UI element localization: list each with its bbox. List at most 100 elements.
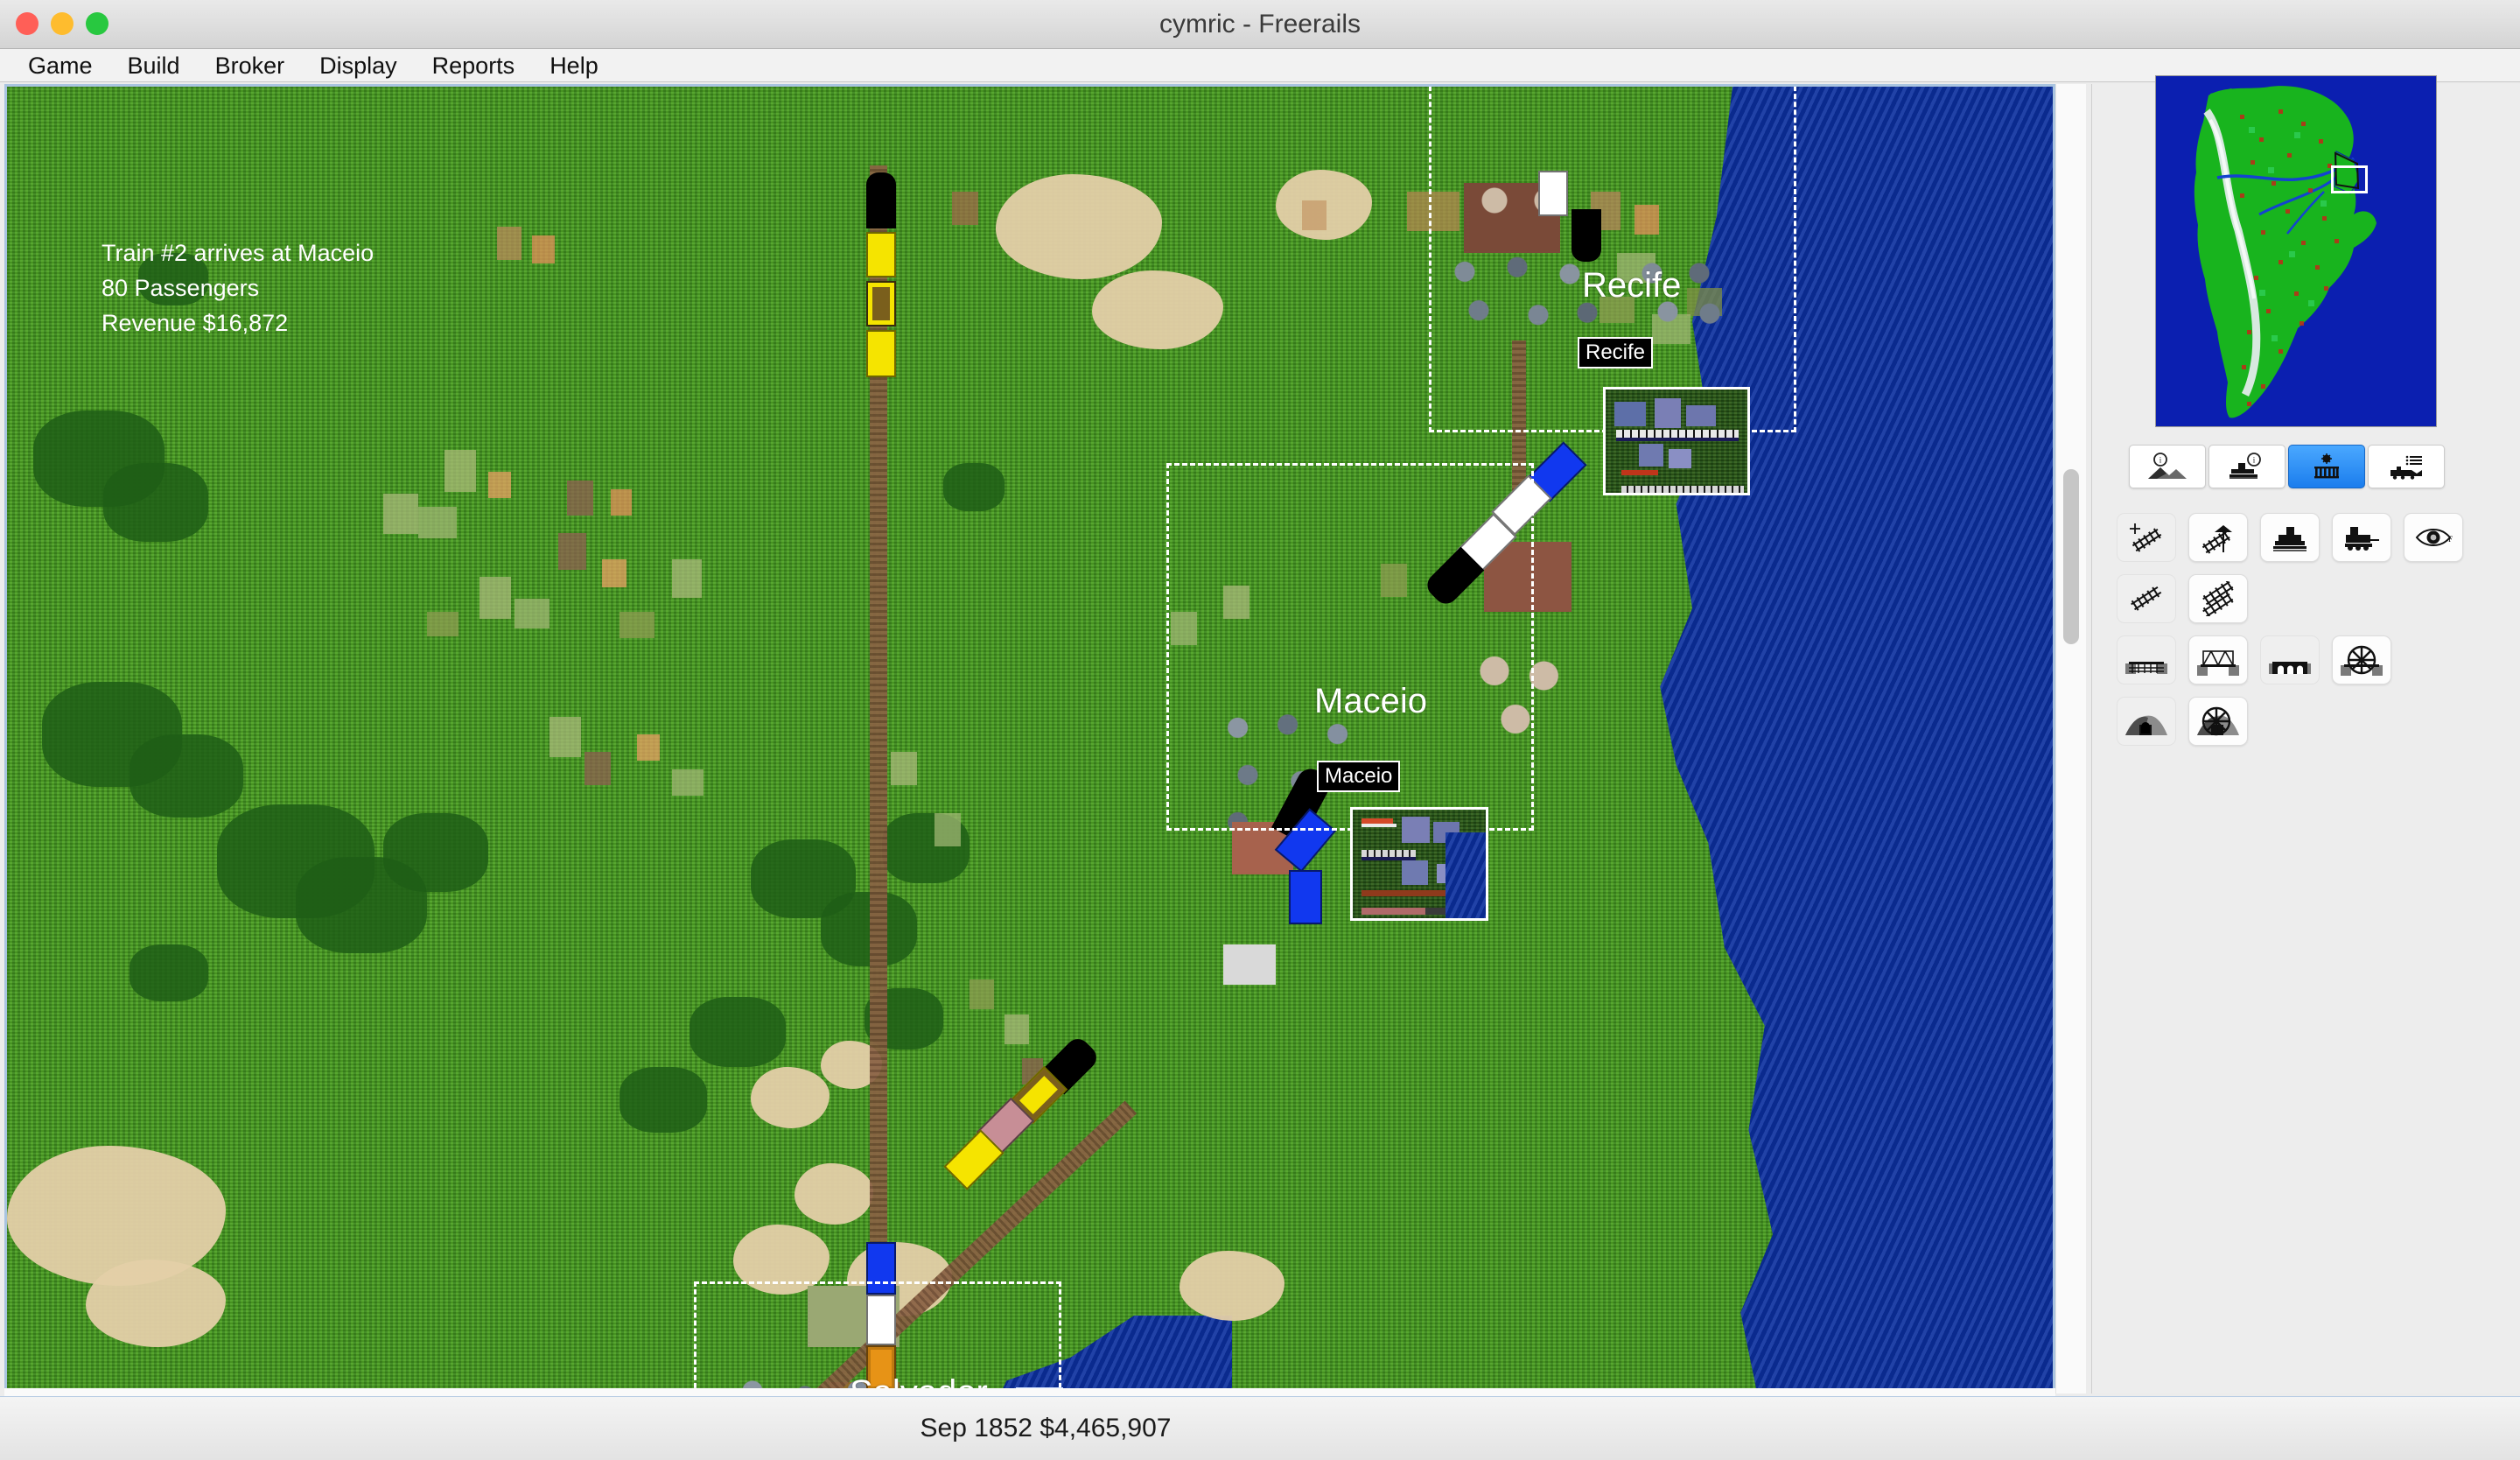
train-car[interactable] xyxy=(866,281,896,326)
coast-boundary-line xyxy=(1416,87,1792,437)
train-car[interactable] xyxy=(866,232,896,277)
terrain-info-tab[interactable]: i xyxy=(2129,445,2206,488)
locomotive-icon xyxy=(2345,527,2379,551)
track-build-icon xyxy=(2314,453,2339,479)
stone-bridge-tool[interactable] xyxy=(2260,635,2320,684)
single-track-tool[interactable] xyxy=(2117,574,2176,623)
train-car[interactable] xyxy=(866,172,896,228)
menu-help[interactable]: Help xyxy=(532,49,616,82)
build-engine-shop-tool[interactable] xyxy=(2332,513,2391,562)
tunnel-icon xyxy=(2125,715,2167,735)
terrain-field xyxy=(620,612,654,638)
terrain-info-icon: i xyxy=(2148,453,2187,479)
app-window: cymric - Freerails Game Build Broker Dis… xyxy=(0,0,2520,1460)
industry-mine-maceio xyxy=(1223,944,1276,985)
message-line-2: 80 Passengers xyxy=(102,275,260,301)
svg-text:i: i xyxy=(2160,456,2162,465)
window-titlebar: cymric - Freerails xyxy=(0,0,2520,49)
terrain-field xyxy=(602,559,626,587)
terrain-field xyxy=(532,235,555,263)
terrain-field xyxy=(637,734,660,761)
city-label-recife: Recife xyxy=(1582,266,1682,305)
tool-row-2 xyxy=(2117,574,2484,623)
train-list-icon xyxy=(2390,455,2422,480)
terrain-field xyxy=(558,533,586,570)
terrain-sand xyxy=(996,174,1162,279)
terrain-field xyxy=(383,494,418,534)
terrain-field xyxy=(1004,1014,1029,1044)
station-overlay-maceio[interactable] xyxy=(1350,807,1488,921)
terrain-field xyxy=(584,752,611,785)
terrain-sand xyxy=(751,1067,830,1128)
station-label-recife[interactable]: Recife xyxy=(1578,337,1654,369)
minimap-viewport-rect[interactable] xyxy=(2331,165,2368,193)
track-plus-icon xyxy=(2130,523,2162,552)
status-date-cash: Sep 1852 $4,465,907 xyxy=(920,1414,1172,1442)
vertical-scroll-thumb[interactable] xyxy=(2063,469,2079,644)
terrain-field xyxy=(672,559,702,598)
minimap-overview[interactable] xyxy=(2155,75,2437,427)
single-track-icon xyxy=(2131,586,2162,611)
track-tool-palette: F xyxy=(2117,513,2484,758)
menu-build[interactable]: Build xyxy=(110,49,198,82)
trestle-bridge-tool[interactable] xyxy=(2117,635,2176,684)
terrain-field xyxy=(444,450,476,492)
trestle-bridge-icon xyxy=(2125,662,2167,674)
terrain-forest xyxy=(821,892,917,966)
terrain-field xyxy=(480,577,511,619)
menu-game[interactable]: Game xyxy=(10,49,110,82)
terrain-sand xyxy=(1180,1251,1284,1321)
terrain-sand xyxy=(1092,270,1223,349)
terrain-forest xyxy=(130,734,243,818)
terrain-field xyxy=(952,192,978,225)
tunnel-disabled-icon xyxy=(2197,706,2239,736)
train-list-tab[interactable] xyxy=(2368,445,2445,488)
station-icon xyxy=(2273,527,2306,551)
terrain-forest xyxy=(690,997,786,1067)
tunnel-tool[interactable] xyxy=(2117,697,2176,746)
map-vertical-scrollbar[interactable] xyxy=(2055,84,2086,1393)
menu-display[interactable]: Display xyxy=(302,49,415,82)
terrain-forest xyxy=(103,463,208,542)
terrain-field xyxy=(891,752,917,785)
svg-text:F: F xyxy=(2448,535,2453,544)
train-car[interactable] xyxy=(866,330,896,377)
terrain-forest xyxy=(620,1067,707,1133)
station-overlay-recife[interactable] xyxy=(1603,387,1750,495)
panel-tab-row: i i xyxy=(2129,445,2445,488)
build-track-tool[interactable] xyxy=(2117,513,2176,562)
terrain-sand xyxy=(86,1260,226,1347)
menu-reports[interactable]: Reports xyxy=(415,49,533,82)
tool-row-3 xyxy=(2117,635,2484,684)
truss-bridge-icon xyxy=(2197,650,2239,676)
eye-icon: F xyxy=(2415,529,2453,546)
map-canvas[interactable]: Recife Maceio Salvador Recife Maceio Tra… xyxy=(7,87,2053,1391)
message-line-1: Train #2 arrives at Maceio xyxy=(102,240,374,266)
menu-broker[interactable]: Broker xyxy=(198,49,303,82)
double-track-tool[interactable] xyxy=(2188,574,2248,623)
no-bridge-tool[interactable] xyxy=(2332,635,2391,684)
message-line-3: Revenue $16,872 xyxy=(102,310,289,336)
right-panel: i i F xyxy=(2091,75,2520,1393)
build-signal-tool[interactable] xyxy=(2188,513,2248,562)
terrain-field xyxy=(567,481,593,516)
no-tunnel-tool[interactable] xyxy=(2188,697,2248,746)
svg-text:i: i xyxy=(2253,456,2256,465)
bridge-disabled-icon xyxy=(2341,645,2383,676)
terrain-field xyxy=(934,813,961,846)
map-viewport[interactable]: Recife Maceio Salvador Recife Maceio Tra… xyxy=(4,84,2055,1393)
minimap-south-america xyxy=(2156,76,2436,426)
status-bar: Sep 1852 $4,465,907 xyxy=(0,1396,2520,1460)
build-station-tool[interactable] xyxy=(2260,513,2320,562)
terrain-sand xyxy=(794,1163,873,1225)
terrain-field xyxy=(1302,200,1326,230)
tool-row-1: F xyxy=(2117,513,2484,562)
station-info-tab[interactable]: i xyxy=(2208,445,2286,488)
station-info-icon: i xyxy=(2230,453,2261,479)
track-build-tab[interactable] xyxy=(2288,445,2365,488)
train-car[interactable] xyxy=(1289,870,1322,924)
survey-view-tool[interactable]: F xyxy=(2404,513,2463,562)
station-label-maceio[interactable]: Maceio xyxy=(1317,761,1401,792)
terrain-field xyxy=(497,227,522,260)
truss-bridge-tool[interactable] xyxy=(2188,635,2248,684)
